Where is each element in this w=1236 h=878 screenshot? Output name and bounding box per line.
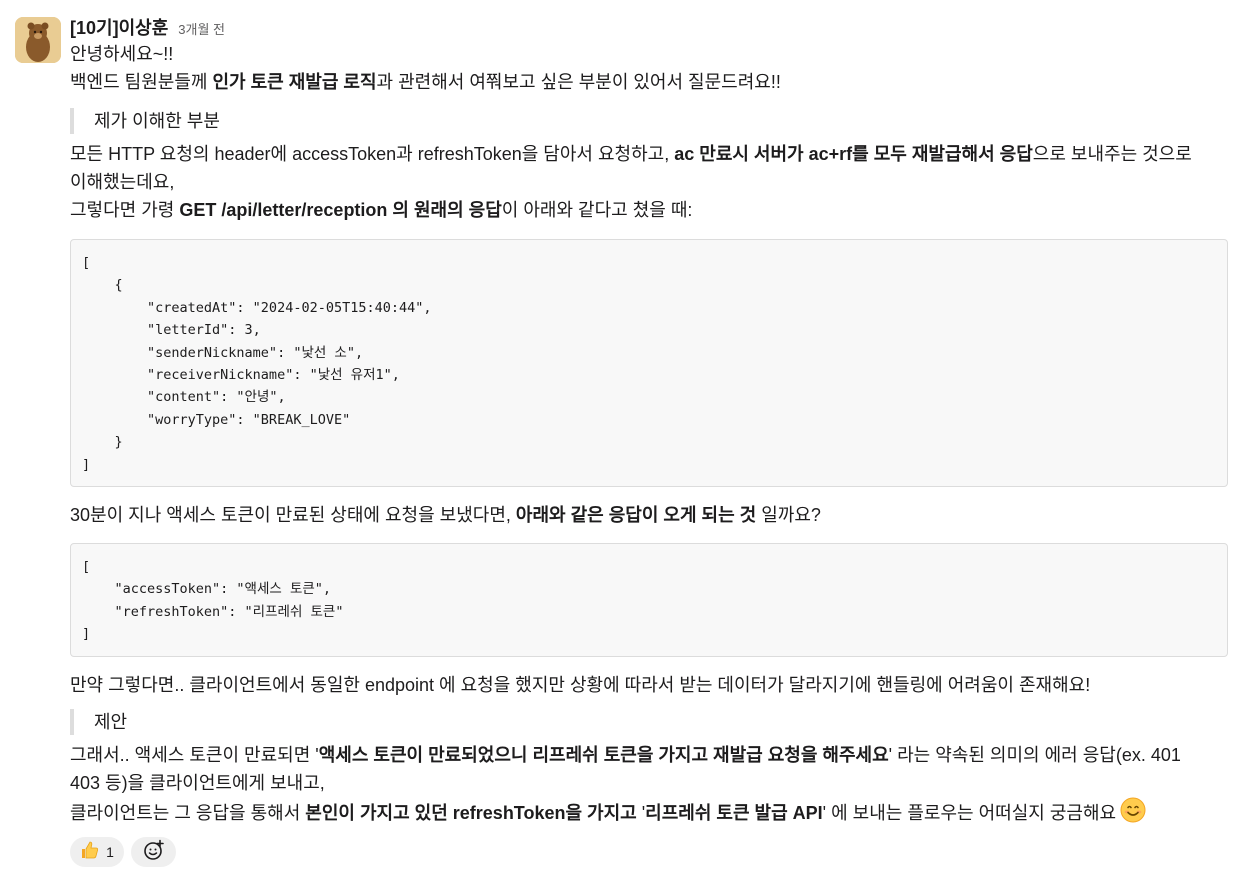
message-header: [10기]이상훈 3개월 전 bbox=[70, 14, 1228, 40]
code-block-original-response[interactable]: [ { "createdAt": "2024-02-05T15:40:44", … bbox=[70, 239, 1228, 488]
p3-bold: 아래와 같은 응답이 오게 되는 것 bbox=[515, 505, 757, 526]
paragraph-understanding-line2: 이해했는데요, bbox=[70, 172, 175, 192]
p3-pre: 30분이 지나 액세스 토큰이 만료된 상태에 요청을 보냈다면, bbox=[70, 505, 516, 526]
intro-text: 백엔드 팀원분들께 인가 토큰 재발급 로직과 관련해서 여쭤보고 싶은 부분이… bbox=[70, 68, 1228, 96]
code-block-token-response[interactable]: [ "accessToken": "액세스 토큰", "refreshToken… bbox=[70, 543, 1228, 657]
blockquote-proposal: 제안 bbox=[70, 708, 1228, 735]
add-emoji-icon bbox=[143, 839, 165, 864]
p6-post: ' 에 보내는 플로우는 어떠실지 궁금해요 bbox=[822, 802, 1117, 823]
bear-avatar-icon bbox=[15, 17, 61, 63]
paragraph-example: 그렇다면 가령 GET /api/letter/reception 의 원래의 … bbox=[70, 196, 1228, 224]
intro-bold: 인가 토큰 재발급 로직 bbox=[212, 72, 377, 92]
p1-pre: 모든 HTTP 요청의 header에 accessToken과 refresh… bbox=[70, 144, 675, 164]
intro-pre: 백엔드 팀원분들께 bbox=[70, 72, 213, 92]
p2-post: 이 아래와 같다고 쳤을 때: bbox=[501, 200, 693, 220]
intro-post: 과 관련해서 여쭤보고 싶은 부분이 있어서 질문드려요!! bbox=[376, 72, 781, 92]
blockquote-understanding: 제가 이해한 부분 bbox=[70, 108, 1228, 134]
message-body: [10기]이상훈 3개월 전 안녕하세요~!! 백엔드 팀원분들께 인가 토큰 … bbox=[70, 14, 1228, 867]
user-avatar[interactable] bbox=[15, 17, 61, 63]
message-timestamp[interactable]: 3개월 전 bbox=[178, 19, 225, 38]
thumbs-up-icon bbox=[80, 840, 100, 863]
p1-post: 으로 보내주는 것으로 bbox=[1032, 144, 1192, 164]
paragraph-difficulty: 만약 그렇다면.. 클라이언트에서 동일한 endpoint 에 요청을 했지만… bbox=[70, 674, 1091, 695]
paragraph-proposal: 그래서.. 액세스 토큰이 만료되면 '액세스 토큰이 만료되었으니 리프레쉬 … bbox=[70, 741, 1228, 769]
p5-pre: 그래서.. 액세스 토큰이 만료되면 ' bbox=[70, 744, 319, 765]
p5-post: ' 라는 약속된 의미의 에러 응답(ex. 401 bbox=[888, 744, 1181, 765]
p5-bold: 액세스 토큰이 만료되었으니 리프레쉬 토큰을 가지고 재발급 요청을 해주세요 bbox=[318, 744, 889, 765]
p2-pre: 그렇다면 가령 bbox=[70, 200, 180, 220]
p2-bold: GET /api/letter/reception 의 원래의 응답 bbox=[179, 200, 502, 220]
paragraph-understanding: 모든 HTTP 요청의 header에 accessToken과 refresh… bbox=[70, 140, 1228, 168]
paragraph-expired-question: 30분이 지나 액세스 토큰이 만료된 상태에 요청을 보냈다면, 아래와 같은… bbox=[70, 501, 1228, 529]
reaction-thumbs-up[interactable]: 1 bbox=[70, 836, 124, 867]
p6-mid: ' bbox=[636, 802, 646, 823]
p6-bold2: 리프레쉬 토큰 발급 API bbox=[645, 802, 823, 823]
add-reaction-button[interactable] bbox=[131, 836, 176, 867]
author-name[interactable]: [10기]이상훈 bbox=[70, 14, 168, 40]
p6-bold1: 본인이 가지고 있던 refreshToken을 가지고 bbox=[305, 802, 637, 823]
p6-pre: 클라이언트는 그 응답을 통해서 bbox=[70, 802, 306, 823]
reactions-bar: 1 bbox=[70, 836, 1228, 867]
greeting-text: 안녕하세요~!! bbox=[70, 44, 174, 64]
paragraph-proposal-line2: 403 등)을 클라이언트에게 보내고, bbox=[70, 772, 325, 793]
paragraph-flow: 클라이언트는 그 응답을 통해서 본인이 가지고 있던 refreshToken… bbox=[70, 797, 1228, 831]
reaction-count: 1 bbox=[106, 843, 114, 860]
p3-post: 일까요? bbox=[756, 505, 821, 526]
smiling-face-emoji-icon bbox=[1120, 797, 1146, 831]
p1-bold: ac 만료시 서버가 ac+rf를 모두 재발급해서 응답 bbox=[674, 144, 1033, 164]
